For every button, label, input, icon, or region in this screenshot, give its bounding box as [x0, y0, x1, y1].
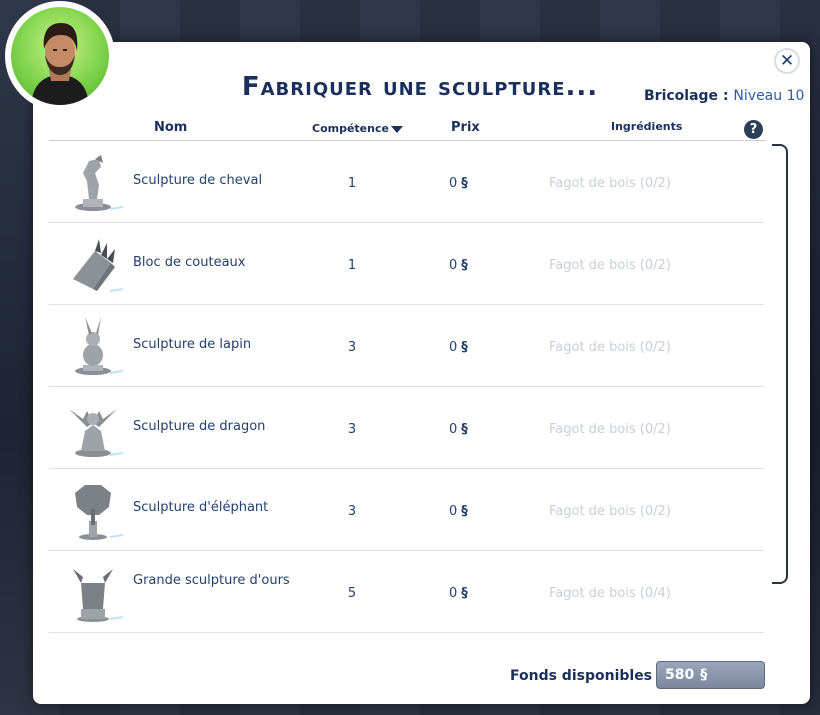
close-button[interactable]: ✕ [774, 48, 800, 74]
knife-block-icon [73, 239, 124, 292]
simoleon-icon: § [700, 667, 708, 683]
recipe-skill: 1 [347, 176, 357, 191]
recipe-row-knife-block[interactable]: Bloc de couteaux 1 0 § Fagot de bois (0/2… [49, 223, 764, 305]
recipe-price: 0 § [449, 504, 468, 519]
recipe-name: Sculpture de cheval [133, 173, 263, 188]
recipe-name: Sculpture d'éléphant [133, 500, 269, 515]
skill-level-indicator: Bricolage : Niveau 10 [644, 88, 804, 104]
price-value: 0 [449, 504, 458, 519]
price-value: 0 [449, 340, 458, 355]
price-value: 0 [449, 258, 458, 273]
recipe-name: Sculpture de dragon [133, 419, 266, 434]
price-value: 0 [449, 176, 458, 191]
skill-label: Bricolage [644, 88, 719, 104]
simoleon-icon: § [461, 176, 468, 191]
dialog-title: Fabriquer une sculpture... [241, 72, 599, 102]
recipe-skill: 3 [347, 504, 357, 519]
funds-display: 580 § [656, 661, 765, 689]
column-header-ingredients[interactable]: Ingrédients [611, 120, 682, 133]
recipe-skill: 5 [347, 586, 357, 601]
recipe-price: 0 § [449, 340, 468, 355]
recipe-price: 0 § [449, 176, 468, 191]
recipe-name: Bloc de couteaux [133, 255, 246, 270]
price-value: 0 [449, 422, 458, 437]
avatar-portrait [11, 7, 109, 105]
sim-portrait-icon [31, 23, 89, 105]
recipe-name: Grande sculpture d'ours [133, 573, 290, 588]
dragon-sculpture-icon [69, 409, 124, 457]
simoleon-icon: § [461, 422, 468, 437]
recipe-price: 0 § [449, 586, 468, 601]
skill-level-value: Niveau 10 [733, 88, 805, 104]
skill-separator: : [722, 88, 729, 104]
sim-avatar[interactable] [5, 1, 115, 111]
recipe-row-dragon[interactable]: Sculpture de dragon 3 0 § Fagot de bois (… [49, 387, 764, 469]
list-scrollbar[interactable] [772, 144, 788, 584]
bear-sculpture-icon [73, 569, 124, 622]
recipe-ingredients: Fagot de bois (0/2) [549, 258, 671, 273]
recipe-row-rabbit[interactable]: Sculpture de lapin 3 0 § Fagot de bois (0… [49, 305, 764, 387]
recipe-ingredients: Fagot de bois (0/2) [549, 340, 671, 355]
column-header-price[interactable]: Prix [451, 120, 480, 135]
column-header-name[interactable]: Nom [154, 120, 187, 135]
funds-label: Fonds disponibles : [510, 668, 663, 684]
recipe-price: 0 § [449, 258, 468, 273]
simoleon-icon: § [461, 258, 468, 273]
price-value: 0 [449, 586, 458, 601]
recipe-ingredients: Fagot de bois (0/2) [549, 422, 671, 437]
simoleon-icon: § [461, 586, 468, 601]
recipe-name: Sculpture de lapin [133, 337, 252, 352]
column-header-skill[interactable]: Compétence [312, 122, 403, 135]
recipe-row-horse[interactable]: Sculpture de cheval 1 0 § Fagot de bois (… [49, 141, 764, 223]
funds-value: 580 [665, 667, 695, 683]
recipe-price: 0 § [449, 422, 468, 437]
recipe-row-bear[interactable]: Grande sculpture d'ours 5 0 § Fagot de bo… [49, 551, 764, 633]
horse-sculpture-icon [75, 155, 124, 211]
recipe-row-elephant[interactable]: Sculpture d'éléphant 3 0 § Fagot de bois … [49, 469, 764, 551]
recipe-ingredients: Fagot de bois (0/2) [549, 176, 671, 191]
recipe-skill: 1 [347, 258, 357, 273]
elephant-sculpture-icon [75, 485, 124, 540]
recipe-skill: 3 [347, 422, 357, 437]
simoleon-icon: § [461, 340, 468, 355]
help-button[interactable]: ? [744, 120, 763, 139]
recipe-ingredients: Fagot de bois (0/4) [549, 586, 671, 601]
recipe-list: Sculpture de cheval 1 0 § Fagot de bois (… [49, 141, 764, 633]
rabbit-sculpture-icon [75, 317, 124, 375]
sort-descending-icon [390, 125, 403, 133]
column-header-skill-label: Compétence [312, 122, 389, 135]
funds-label-text: Fonds disponibles [510, 668, 653, 684]
simoleon-icon: § [461, 504, 468, 519]
recipe-skill: 3 [347, 340, 357, 355]
recipe-ingredients: Fagot de bois (0/2) [549, 504, 671, 519]
